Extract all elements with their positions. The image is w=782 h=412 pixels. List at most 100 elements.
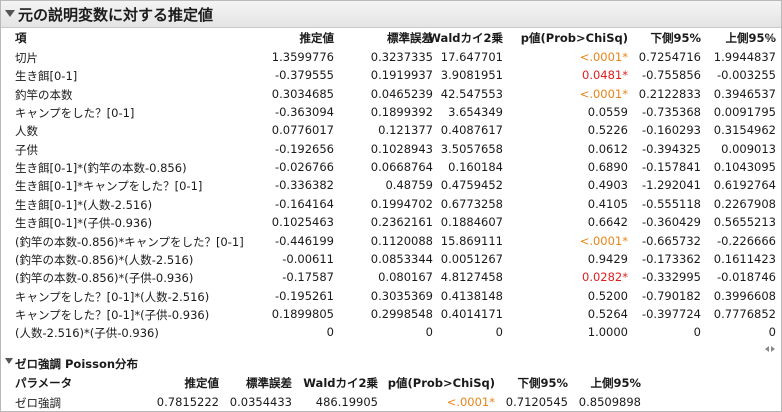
cell-upper-95: 0.6192764 — [713, 178, 776, 192]
column-header-lower-95: 下側95% — [517, 376, 568, 390]
cell-std-error: 0.1994702 — [370, 197, 433, 211]
cell-wald-chisq: 0.0051267 — [440, 252, 503, 266]
cell-upper-95: -0.003255 — [716, 68, 776, 82]
cell-wald-chisq: 0.4759452 — [440, 178, 503, 192]
row-term: キャンプをした？[0-1] — [15, 106, 135, 120]
cell-upper-95: 0.1611423 — [713, 252, 776, 266]
cell-upper-95: 0.3996608 — [713, 289, 776, 303]
cell-std-error: 0.1028943 — [370, 142, 433, 156]
cell-std-error: 0.3035369 — [370, 289, 433, 303]
cell-wald-chisq: 3.5057658 — [440, 142, 503, 156]
row-term: 生き餌[0-1]*(釣竿の本数-0.856) — [15, 161, 187, 175]
cell-p-value: 0.0559 — [587, 105, 628, 119]
cell-p-value: 0.5200 — [587, 289, 628, 303]
cell-lower-95: -0.332995 — [641, 270, 701, 284]
cell-estimate: 0.7815222 — [156, 395, 219, 409]
column-scroll-icon[interactable] — [764, 345, 776, 353]
cell-lower-95: -0.755856 — [641, 68, 701, 82]
column-header-lower-95: 下側95% — [650, 31, 701, 45]
row-term: (釣竿の本数-0.856)*(人数-2.516) — [15, 253, 194, 267]
cell-wald-chisq: 15.869111 — [440, 234, 503, 248]
row-term: 子供 — [15, 143, 38, 157]
column-header-p-value: p値(Prob>ChiSq) — [520, 31, 628, 45]
cell-wald-chisq: 17.647701 — [440, 50, 503, 64]
cell-p-value: 0.4105 — [587, 197, 628, 211]
cell-p-value: 0.0282* — [582, 270, 628, 284]
cell-estimate: -0.195261 — [274, 289, 334, 303]
cell-std-error: 0.2998548 — [370, 307, 433, 321]
cell-lower-95: -0.160293 — [641, 123, 701, 137]
cell-estimate: 0.1025463 — [271, 215, 334, 229]
disclosure-triangle-icon[interactable] — [5, 358, 13, 364]
column-scroll-icon[interactable] — [764, 34, 776, 42]
cell-upper-95: 0.3154962 — [713, 123, 776, 137]
cell-lower-95: -0.173362 — [641, 252, 701, 266]
cell-upper-95: 0.7776852 — [713, 307, 776, 321]
cell-upper-95: 0.0091795 — [713, 105, 776, 119]
cell-lower-95: 0 — [693, 325, 701, 339]
report-title-bar[interactable]: 元の説明変数に対する推定値 — [1, 1, 781, 28]
cell-p-value: 0.0612 — [587, 142, 628, 156]
cell-wald-chisq: 0 — [495, 325, 503, 339]
cell-estimate: -0.379555 — [274, 68, 334, 82]
cell-wald-chisq: 0.4138148 — [440, 289, 503, 303]
row-term: 生き餌[0-1] — [15, 69, 78, 83]
cell-wald-chisq: 0.160184 — [448, 160, 503, 174]
cell-upper-95: 1.9944837 — [713, 50, 776, 64]
cell-estimate: 0.3034685 — [271, 87, 334, 101]
cell-wald-chisq: 3.9081951 — [440, 68, 503, 82]
column-header-estimate: 推定値 — [184, 376, 220, 390]
cell-estimate: -0.17587 — [282, 270, 334, 284]
cell-std-error: 0.0668764 — [370, 160, 433, 174]
row-term: 人数 — [15, 124, 38, 138]
cell-estimate: -0.164164 — [274, 197, 334, 211]
cell-lower-95: -0.555118 — [641, 197, 701, 211]
row-term: ゼロ強調 — [15, 396, 61, 410]
cell-estimate: -0.192656 — [274, 142, 334, 156]
row-term: 生き餌[0-1]*キャンプをした？[0-1] — [15, 179, 203, 193]
cell-p-value: <.0001* — [579, 234, 628, 248]
cell-std-error: 0.0354433 — [229, 395, 292, 409]
cell-std-error: 0.121377 — [378, 123, 433, 137]
cell-upper-95: 0.2267908 — [713, 197, 776, 211]
cell-upper-95: 0.1043095 — [713, 160, 776, 174]
cell-wald-chisq: 4.8127458 — [440, 270, 503, 284]
cell-upper-95: -0.226666 — [716, 234, 776, 248]
cell-lower-95: -0.735368 — [641, 105, 701, 119]
row-term: (人数-2.516)*(子供-0.936) — [15, 326, 159, 340]
cell-p-value: 0.6890 — [587, 160, 628, 174]
column-header-std-error: 標準誤差 — [246, 376, 292, 390]
cell-lower-95: 0.2122833 — [638, 87, 701, 101]
report-title: 元の説明変数に対する推定値 — [18, 6, 214, 24]
cell-estimate: -0.026766 — [274, 160, 334, 174]
cell-p-value: 0.4903 — [587, 178, 628, 192]
cell-lower-95: -1.292041 — [641, 178, 701, 192]
cell-std-error: 0.3237335 — [370, 50, 433, 64]
cell-upper-95: -0.018746 — [716, 270, 776, 284]
row-term: (釣竿の本数-0.856)*キャンプをした？[0-1] — [15, 235, 244, 249]
cell-upper-95: 0.5655213 — [713, 215, 776, 229]
cell-wald-chisq: 0.4087617 — [440, 123, 503, 137]
column-header-upper-95: 上側95% — [590, 376, 641, 390]
cell-estimate: 0.0776017 — [271, 123, 334, 137]
cell-wald-chisq: 486.19905 — [315, 395, 378, 409]
cell-std-error: 0.2362161 — [370, 215, 433, 229]
cell-estimate: -0.363094 — [274, 105, 334, 119]
cell-wald-chisq: 42.547553 — [440, 87, 503, 101]
cell-wald-chisq: 0.4014171 — [440, 307, 503, 321]
row-term: キャンプをした？[0-1]*(子供-0.936) — [15, 308, 210, 322]
cell-upper-95: 0.009013 — [721, 142, 776, 156]
disclosure-triangle-icon[interactable] — [5, 10, 15, 17]
cell-estimate: -0.446199 — [274, 234, 334, 248]
cell-p-value: 0.9429 — [587, 252, 628, 266]
cell-std-error: 0 — [425, 325, 433, 339]
cell-std-error: 0.1899392 — [370, 105, 433, 119]
column-header-wald-chisq: Waldカイ2乗 — [303, 376, 378, 390]
cell-std-error: 0.1120088 — [370, 234, 433, 248]
report-panel: 元の説明変数に対する推定値 項推定値 標準誤差 Waldカイ2乗 p値(Prob>Ch… — [0, 0, 782, 412]
column-header-parameter: パラメータ — [15, 376, 73, 390]
cell-std-error: 0.080167 — [378, 270, 433, 284]
cell-upper-95: 0.3946537 — [713, 87, 776, 101]
cell-p-value: 1.0000 — [587, 325, 628, 339]
cell-estimate: -0.336382 — [274, 178, 334, 192]
